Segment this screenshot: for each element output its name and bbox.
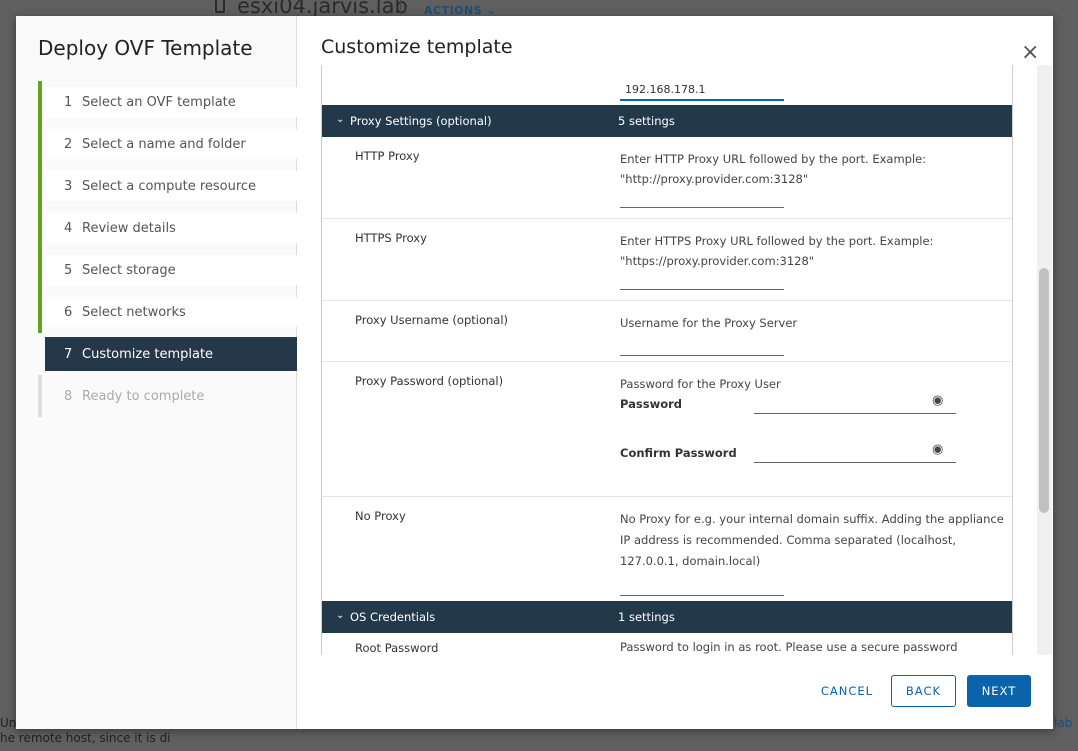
wizard-step-6[interactable]: 6 Select networks xyxy=(38,291,297,333)
wizard-step-1[interactable]: 1 Select an OVF template xyxy=(38,81,297,123)
step-label: Select networks xyxy=(82,304,186,320)
wizard-step-7[interactable]: 7 Customize template xyxy=(38,333,297,375)
back-button[interactable]: BACK xyxy=(891,675,956,707)
wizard-title: Deploy OVF Template xyxy=(38,36,253,60)
step-label: Select storage xyxy=(82,262,176,278)
root-password-row: Root Password Password to login in as ro… xyxy=(355,640,958,655)
ip-row: 192.168.178.1 xyxy=(322,65,1012,105)
eye-icon[interactable]: ◉ xyxy=(932,442,943,457)
scrollbar[interactable] xyxy=(1037,65,1052,655)
close-icon[interactable]: × xyxy=(1021,40,1039,65)
password-input[interactable] xyxy=(754,413,956,414)
confirm-password-input[interactable] xyxy=(754,462,956,463)
wizard-step-5[interactable]: 5 Select storage xyxy=(38,249,297,291)
step-label: Customize template xyxy=(82,346,214,362)
section-os-credentials[interactable]: ⌄ OS Credentials 1 settings xyxy=(322,601,1012,633)
step-number: 6 xyxy=(64,304,73,320)
next-button[interactable]: NEXT xyxy=(967,675,1031,707)
wizard-sidebar: Deploy OVF Template 1 Select an OVF templ… xyxy=(16,16,297,729)
ip-input[interactable] xyxy=(620,99,784,101)
scrollbar-thumb[interactable] xyxy=(1039,268,1049,513)
cancel-button[interactable]: CANCEL xyxy=(814,675,880,707)
chevron-down-icon: ⌄ xyxy=(336,114,345,125)
proxy-password-row: Proxy Password (optional) Password for t… xyxy=(322,362,1012,497)
template-settings-panel: 192.168.178.1 ⌄ Proxy Settings (optional… xyxy=(321,65,1013,655)
divider xyxy=(400,0,401,14)
wizard-step-3[interactable]: 3 Select a compute resource xyxy=(38,165,297,207)
step-number: 7 xyxy=(64,346,73,362)
step-label: Review details xyxy=(82,220,176,236)
bg-text: he remote host, since it is di xyxy=(0,731,171,745)
page-title: Customize template xyxy=(321,36,513,58)
http-proxy-row: HTTP Proxy Enter HTTP Proxy URL followed… xyxy=(322,137,1012,219)
wizard-step-8: 8 Ready to complete xyxy=(38,375,297,417)
step-label: Select an OVF template xyxy=(82,94,236,110)
wizard-step-4[interactable]: 4 Review details xyxy=(38,207,297,249)
proxy-username-row: Proxy Username (optional) Username for t… xyxy=(322,301,1012,362)
proxy-username-input[interactable] xyxy=(620,355,784,356)
section-proxy-settings[interactable]: ⌄ Proxy Settings (optional) 5 settings xyxy=(322,105,1012,137)
chevron-down-icon: ⌄ xyxy=(336,610,345,621)
step-number: 5 xyxy=(64,262,73,278)
wizard-steps: 1 Select an OVF template 2 Select a name an… xyxy=(38,81,297,417)
step-number: 8 xyxy=(64,388,73,404)
no-proxy-row: No Proxy No Proxy for e.g. your internal… xyxy=(322,497,1012,601)
deploy-ovf-dialog: Deploy OVF Template 1 Select an OVF templ… xyxy=(16,16,1053,729)
no-proxy-input[interactable] xyxy=(620,595,784,596)
step-label: Select a name and folder xyxy=(82,136,246,152)
host-icon xyxy=(215,0,225,13)
step-number: 3 xyxy=(64,178,73,194)
https-proxy-row: HTTPS Proxy Enter HTTPS Proxy URL follow… xyxy=(322,219,1012,301)
http-proxy-input[interactable] xyxy=(620,207,784,208)
https-proxy-input[interactable] xyxy=(620,289,784,290)
step-number: 4 xyxy=(64,220,73,236)
step-label: Ready to complete xyxy=(82,388,205,404)
step-label: Select a compute resource xyxy=(82,178,257,194)
step-number: 1 xyxy=(64,94,73,110)
eye-icon[interactable]: ◉ xyxy=(932,393,943,408)
bg-link: lab xyxy=(1054,716,1073,730)
ip-input-value: 192.168.178.1 xyxy=(625,83,706,96)
step-number: 2 xyxy=(64,136,73,152)
wizard-step-2[interactable]: 2 Select a name and folder xyxy=(38,123,297,165)
